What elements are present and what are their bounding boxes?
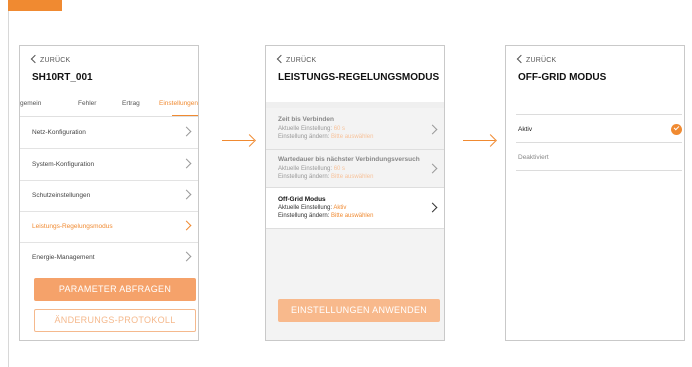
setting-name: Off-Grid Modus [278, 196, 326, 203]
setting-zeit-bis-verbinden[interactable]: Zeit bis Verbinden Aktuelle Einstellung:… [266, 108, 444, 150]
chevron-left-icon [276, 54, 286, 64]
checkmark-icon [671, 124, 682, 135]
setting-current-label: Aktuelle Einstellung: [278, 166, 333, 172]
setting-wartedauer[interactable]: Wartedauer bis nächster Verbindungsversu… [266, 150, 444, 188]
back-button[interactable]: ZURÜCK [30, 54, 71, 64]
page-title: LEISTUNGS-REGELUNGSMODUS [278, 72, 440, 83]
setting-change-value: Bitte auswählen [331, 134, 374, 140]
setting-current-value: Aktiv [333, 205, 347, 211]
menu-item-label: Netz-Konfiguration [32, 129, 86, 136]
menu-item-energie-management[interactable]: Energie-Management [20, 242, 198, 274]
back-label: ZURÜCK [526, 57, 557, 64]
setting-change-value: Bitte auswählen [331, 174, 374, 180]
chevron-right-icon [181, 220, 192, 231]
chevron-right-icon [427, 202, 438, 213]
divider [516, 142, 682, 143]
parameter-abfragen-button[interactable]: PARAMETER ABFRAGEN [34, 278, 196, 301]
setting-current-label: Aktuelle Einstellung: [278, 126, 333, 132]
menu-item-label: Leistungs-Regelungsmodus [32, 223, 113, 230]
screen-leistungs-regelungsmodus: ZURÜCK LEISTUNGS-REGELUNGSMODUS Zeit bis… [265, 45, 445, 341]
setting-change-label: Einstellung ändern: [278, 134, 330, 140]
tab-fehler[interactable]: Fehler [78, 100, 96, 107]
setting-current-label: Aktuelle Einstellung: [278, 205, 333, 211]
option-aktiv[interactable]: Aktiv [518, 126, 532, 133]
menu-item-netz-konfiguration[interactable]: Netz-Konfiguration [20, 117, 198, 149]
back-button[interactable]: ZURÜCK [516, 54, 557, 64]
einstellungen-anwenden-button[interactable]: EINSTELLUNGEN ANWENDEN [278, 299, 440, 322]
tab-einstellungen[interactable]: Einstellungen [159, 100, 198, 107]
flow-arrow-icon [463, 140, 495, 141]
page-title: SH10RT_001 [32, 72, 93, 83]
empty-area [266, 229, 444, 340]
chevron-left-icon [516, 54, 526, 64]
setting-change: Einstellung ändern: Bitte auswählen [278, 134, 373, 140]
setting-name: Zeit bis Verbinden [278, 116, 334, 123]
setting-change: Einstellung ändern: Bitte auswählen [278, 213, 373, 219]
setting-change-label: Einstellung ändern: [278, 174, 330, 180]
setting-current-value: 60 s [333, 126, 346, 132]
setting-change-label: Einstellung ändern: [278, 213, 330, 219]
setting-name: Wartedauer bis nächster Verbindungsversu… [278, 156, 420, 163]
option-deaktiviert[interactable]: Deaktiviert [518, 154, 549, 161]
chevron-right-icon [181, 189, 192, 200]
menu-item-schutzeinstellungen[interactable]: Schutzeinstellungen [20, 180, 198, 212]
setting-off-grid-modus[interactable]: Off-Grid Modus Aktuelle Einstellung: Akt… [266, 188, 444, 229]
menu-item-label: Schutzeinstellungen [32, 192, 91, 199]
chevron-left-icon [30, 54, 40, 64]
chevron-right-icon [427, 124, 438, 135]
back-label: ZURÜCK [286, 57, 317, 64]
aenderungs-protokoll-button[interactable]: ÄNDERUNGS-PROTOKOLL [34, 309, 196, 332]
screen-device-settings: ZURÜCK SH10RT_001 gemein Fehler Ertrag E… [19, 45, 199, 341]
divider [516, 114, 682, 115]
menu-item-leistungs-regelungsmodus[interactable]: Leistungs-Regelungsmodus [20, 211, 198, 243]
back-label: ZURÜCK [40, 57, 71, 64]
page-title: OFF-GRID MODUS [518, 72, 607, 83]
tab-ertrag[interactable]: Ertrag [122, 100, 140, 107]
chevron-right-icon [427, 163, 438, 174]
tab-bar: gemein Fehler Ertrag Einstellungen [20, 100, 198, 116]
accent-bar [8, 0, 62, 11]
chevron-right-icon [181, 251, 192, 262]
setting-current: Aktuelle Einstellung: 60 s [278, 166, 345, 172]
menu-item-system-konfiguration[interactable]: System-Konfiguration [20, 149, 198, 181]
setting-current-value: 60 s [333, 166, 346, 172]
chevron-right-icon [181, 158, 192, 169]
screen-off-grid-modus: ZURÜCK OFF-GRID MODUS Aktiv Deaktiviert [505, 45, 685, 341]
back-button[interactable]: ZURÜCK [276, 54, 317, 64]
left-divider [8, 11, 9, 367]
setting-change-value: Bitte auswählen [331, 213, 374, 219]
setting-current: Aktuelle Einstellung: Aktiv [278, 205, 346, 211]
menu-item-label: System-Konfiguration [32, 161, 95, 168]
flow-arrow-icon [222, 140, 254, 141]
setting-change: Einstellung ändern: Bitte auswählen [278, 174, 373, 180]
menu-item-label: Energie-Management [32, 254, 95, 261]
setting-current: Aktuelle Einstellung: 60 s [278, 126, 345, 132]
tab-allgemein[interactable]: gemein [20, 100, 41, 107]
chevron-right-icon [181, 126, 192, 137]
divider [516, 170, 682, 171]
